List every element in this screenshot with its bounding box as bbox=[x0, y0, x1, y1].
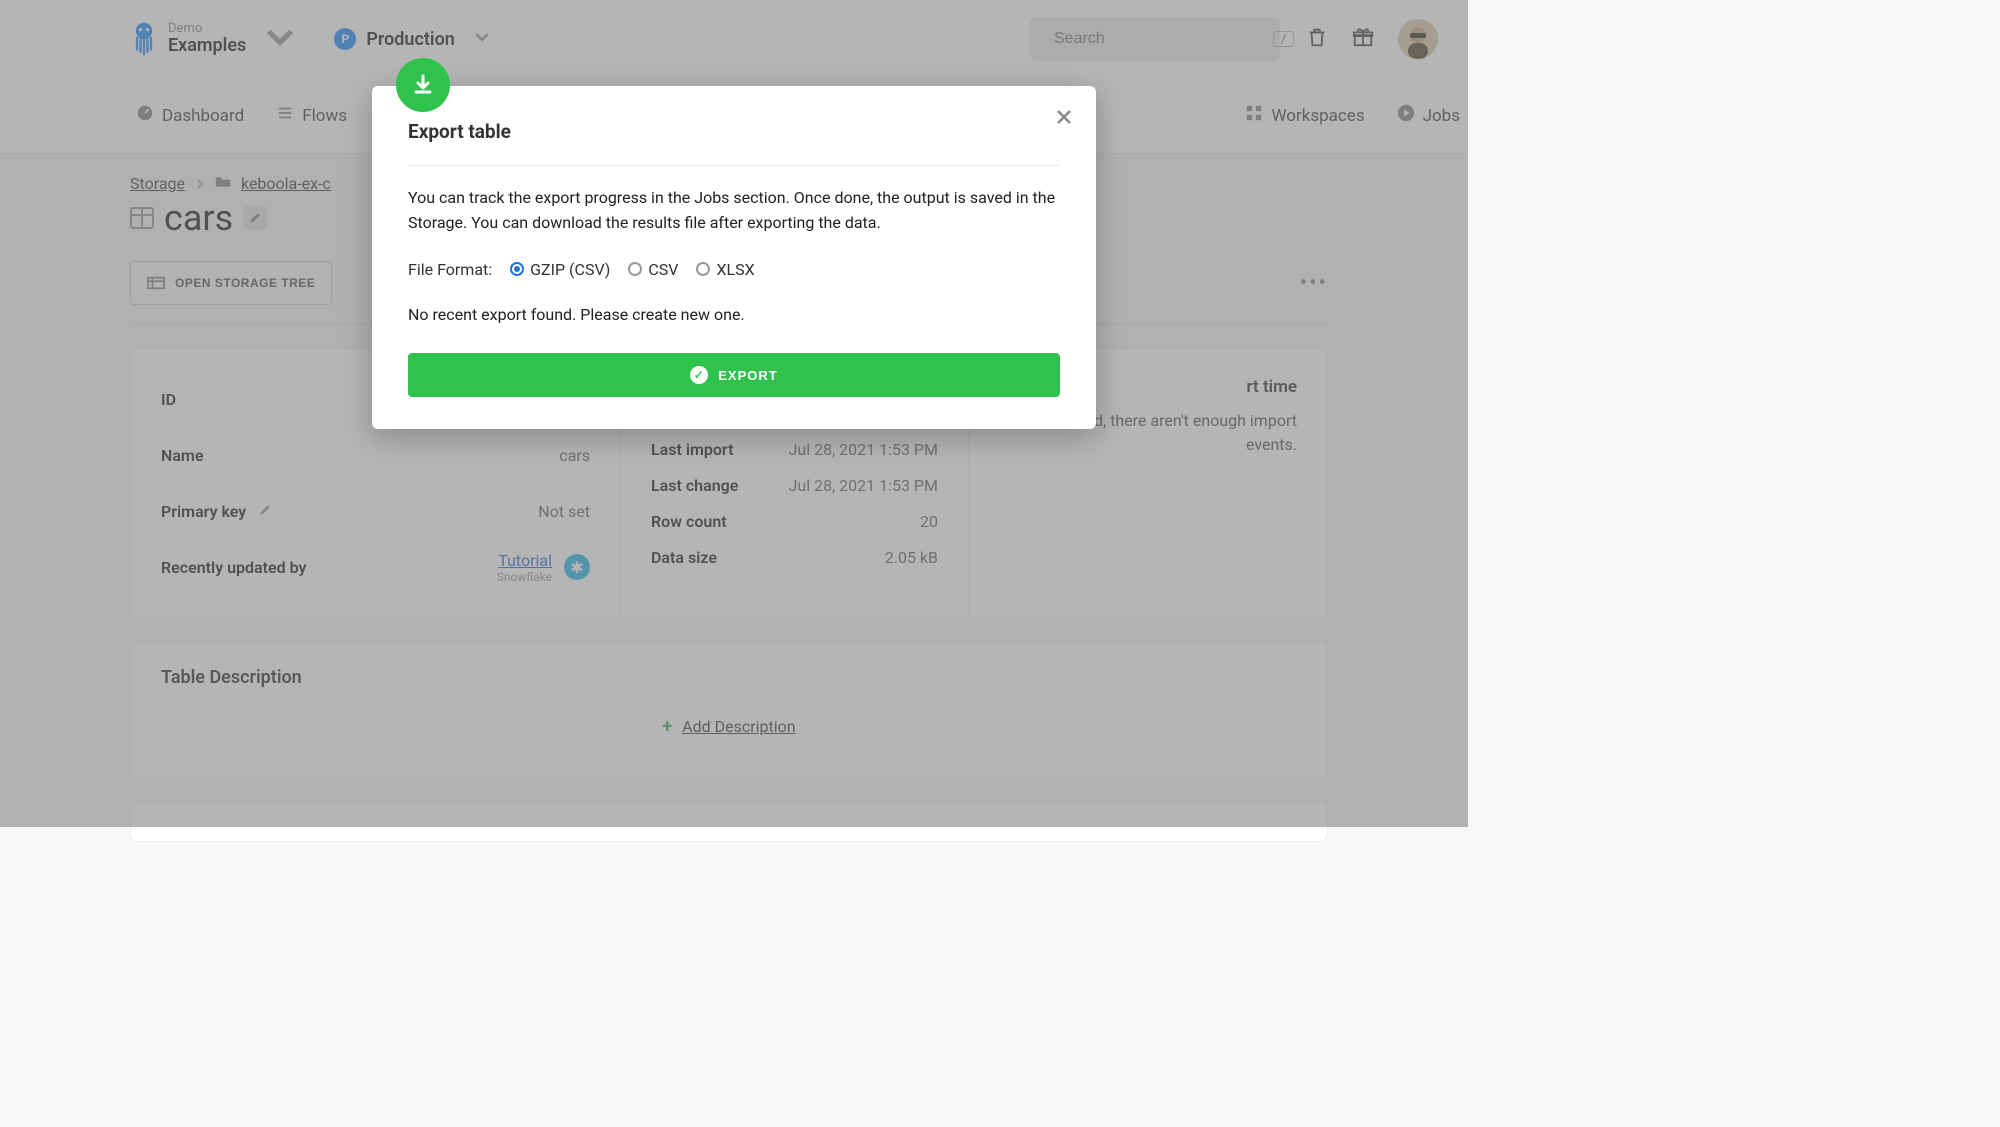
no-recent-msg: No recent export found. Please create ne… bbox=[408, 303, 1060, 328]
export-btn-label: EXPORT bbox=[718, 368, 777, 383]
check-circle-icon: ✓ bbox=[690, 366, 708, 384]
close-button[interactable] bbox=[1056, 106, 1072, 131]
export-button[interactable]: ✓ EXPORT bbox=[408, 353, 1060, 397]
modal-title: Export table bbox=[408, 120, 1060, 143]
radio-gzip[interactable]: GZIP (CSV) bbox=[510, 260, 610, 279]
modal-overlay[interactable]: Export table You can track the export pr… bbox=[0, 0, 1468, 827]
file-format-row: File Format: GZIP (CSV) CSV XLSX bbox=[408, 260, 1060, 279]
radio-label: GZIP (CSV) bbox=[530, 260, 610, 279]
file-format-label: File Format: bbox=[408, 260, 492, 279]
download-badge-icon bbox=[396, 58, 450, 112]
radio-dot-icon bbox=[628, 262, 642, 276]
radio-dot-icon bbox=[696, 262, 710, 276]
radio-dot-icon bbox=[510, 262, 524, 276]
radio-xlsx[interactable]: XLSX bbox=[696, 260, 754, 279]
close-icon bbox=[1056, 109, 1072, 125]
modal-body: You can track the export progress in the… bbox=[408, 186, 1060, 236]
radio-csv[interactable]: CSV bbox=[628, 260, 678, 279]
radio-label: XLSX bbox=[716, 260, 754, 279]
radio-label: CSV bbox=[648, 260, 678, 279]
export-modal: Export table You can track the export pr… bbox=[372, 86, 1096, 429]
